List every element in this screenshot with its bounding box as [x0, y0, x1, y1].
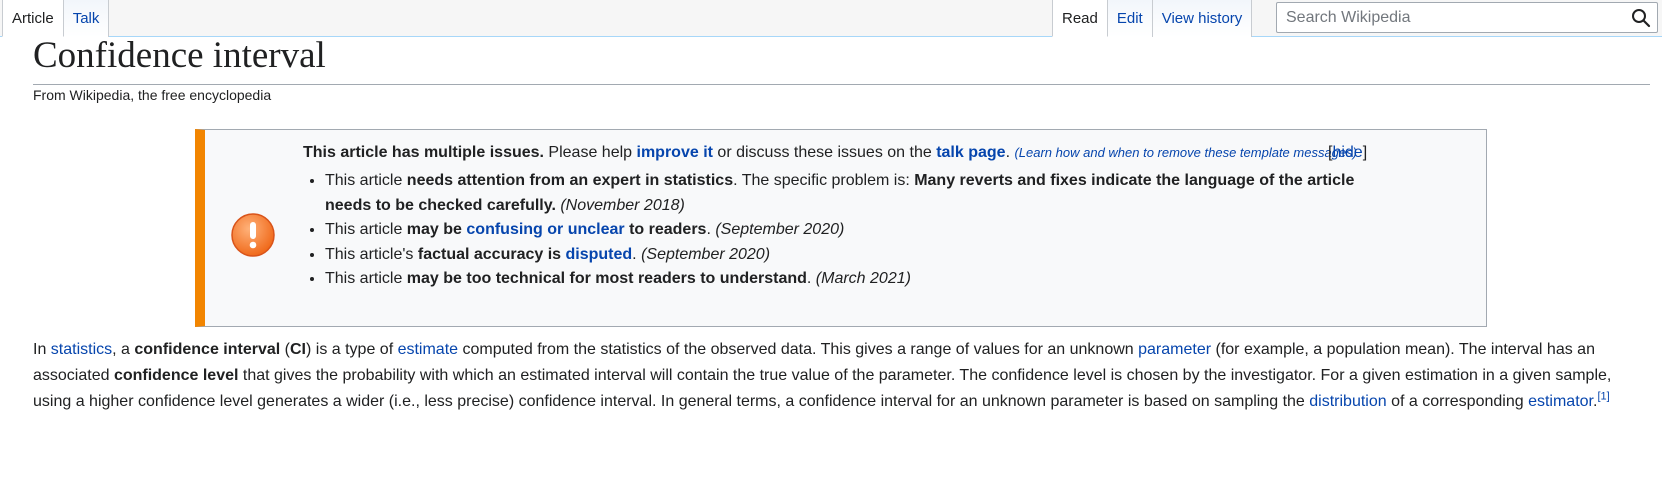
- statistics-link[interactable]: statistics: [51, 341, 112, 358]
- estimator-link[interactable]: estimator: [1528, 393, 1593, 410]
- issues-list: This article needs attention from an exp…: [303, 169, 1383, 292]
- search-input[interactable]: [1277, 3, 1616, 32]
- issues-text: This article has multiple issues. Please…: [303, 141, 1383, 292]
- learn-remove-link[interactable]: (Learn how and when to remove these temp…: [1014, 145, 1357, 160]
- tab-read[interactable]: Read: [1052, 0, 1108, 37]
- bold-term: CI: [289, 341, 306, 358]
- warning-icon: [231, 213, 275, 257]
- heading-text: or discuss these issues on the: [712, 144, 937, 161]
- view-tabs: Read Edit View history: [1052, 0, 1253, 37]
- estimate-link[interactable]: estimate: [398, 341, 458, 358]
- improve-it-link[interactable]: improve it: [637, 144, 713, 161]
- disputed-link[interactable]: disputed: [566, 246, 633, 263]
- issues-heading: This article has multiple issues. Please…: [303, 141, 1383, 165]
- hide-toggle: [hide]: [1328, 144, 1368, 161]
- talk-page-link[interactable]: talk page: [936, 144, 1005, 161]
- issue-item: This article needs attention from an exp…: [325, 169, 1383, 218]
- heading-text: Please help: [543, 144, 637, 161]
- search-icon[interactable]: [1631, 8, 1651, 28]
- multiple-issues-box: This article has multiple issues. Please…: [195, 129, 1487, 327]
- issue-item: This article's factual accuracy is dispu…: [325, 243, 1383, 268]
- tab-view-history[interactable]: View history: [1152, 0, 1253, 37]
- tab-article[interactable]: Article: [2, 0, 64, 37]
- tab-edit[interactable]: Edit: [1107, 0, 1153, 37]
- bold-term: confidence level: [113, 367, 239, 384]
- issue-item: This article may be too technical for mo…: [325, 267, 1383, 292]
- confusing-unclear-link[interactable]: confusing or unclear: [466, 221, 624, 238]
- namespace-tabs: Article Talk: [2, 0, 110, 37]
- page-title: Confidence interval: [33, 34, 1650, 85]
- search-box: [1276, 2, 1658, 33]
- issue-item: This article may be confusing or unclear…: [325, 218, 1383, 243]
- distribution-link[interactable]: distribution: [1309, 393, 1386, 410]
- hide-link[interactable]: hide: [1332, 144, 1362, 161]
- bold-term: confidence interval: [134, 341, 281, 358]
- reference-1-link[interactable]: [1]: [1597, 391, 1609, 403]
- issues-heading-bold: This article has multiple issues.: [303, 144, 544, 161]
- parameter-link[interactable]: parameter: [1138, 341, 1211, 358]
- site-tagline: From Wikipedia, the free encyclopedia: [33, 87, 272, 103]
- tab-talk[interactable]: Talk: [63, 0, 110, 37]
- intro-paragraph: In statistics, a confidence interval (CI…: [33, 341, 1612, 410]
